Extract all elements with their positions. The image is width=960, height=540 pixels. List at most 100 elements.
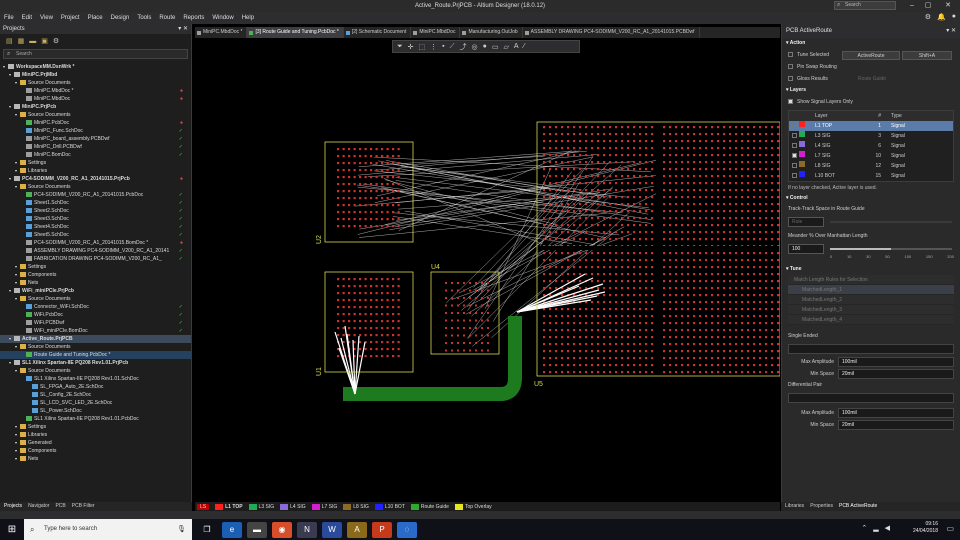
tree-item[interactable]: Connector_WiFi.SchDoc ✓ [0,303,191,311]
tree-item[interactable]: Sheet4.SchDoc ✓ [0,223,191,231]
section-tune[interactable]: ▾ Tune [782,264,960,275]
tree-item[interactable]: SL_FPGA_Auto_2E.SchDoc [0,383,191,391]
menu-window[interactable]: Window [212,15,233,21]
move-icon[interactable]: ✛ [408,43,414,51]
layer-row[interactable]: L10 BOT 15 Signal [789,171,953,181]
component-icon[interactable]: ▪ [442,43,444,50]
projects-search-input[interactable]: ⌕ Search [3,49,188,59]
tab-properties[interactable]: Properties [810,502,833,511]
tree-item[interactable]: WiFi_miniPCIe.BomDoc ✓ [0,327,191,335]
maximize-button[interactable]: ▢ [920,0,936,12]
minimize-button[interactable]: – [904,0,920,12]
menu-view[interactable]: View [40,15,53,21]
line-icon[interactable]: ⁄ [524,43,525,50]
menu-route[interactable]: Route [159,15,175,21]
gear-icon[interactable]: ⚙ [53,37,59,45]
pin-swap-checkbox[interactable] [788,64,793,70]
layer-tab[interactable]: L7 SIG [311,503,337,510]
tree-item[interactable]: PC4-SODIMM_V200_RC_A1_20141015.BomDoc * ● [0,239,191,247]
clock[interactable]: 09:16 24/04/2018 [913,521,938,535]
layer-tab[interactable]: L8 SIG [343,503,369,510]
layer-row[interactable]: L7 SIG 10 Signal [789,151,953,161]
route-guide-button[interactable]: Route Guide [858,73,886,85]
filter-icon[interactable]: ⏷ [397,43,403,51]
tree-item[interactable]: Sheet1.SchDoc ✓ [0,199,191,207]
tune-item[interactable]: MatchedLength_4 [788,315,954,325]
menu-help[interactable]: Help [242,15,254,21]
tree-item[interactable]: ▾ Source Documents [0,79,191,87]
track-space-value[interactable]: Rule [788,217,824,227]
polygon-icon[interactable]: ▱ [503,43,508,51]
taskbar-search-input[interactable]: ⌕ Type here to search 🎙 [24,519,192,540]
document-tab[interactable]: Manufacturing.OutJob [460,27,523,38]
new-file-icon[interactable]: ▤ [6,37,13,45]
notifications-icon[interactable]: ▭ [946,524,954,533]
menu-project[interactable]: Project [61,15,80,21]
se-min-space-input[interactable]: 20mil [838,369,954,379]
tree-item[interactable]: ▾ Active_Route.PrjPCB [0,335,191,343]
tree-item[interactable]: ▾ Settings [0,423,191,431]
se-max-amplitude-input[interactable]: 100mil [838,357,954,367]
tree-item[interactable]: ▾ Source Documents [0,343,191,351]
tree-item[interactable]: Route Guide and Tuning.PcbDoc * [0,351,191,359]
tree-item[interactable]: ▾ Libraries [0,167,191,175]
col-type[interactable]: Type [885,111,953,121]
meander-value[interactable]: 100 [788,244,824,254]
document-tab[interactable]: MiniPC.MbdDoc [411,27,461,38]
open-folder-icon[interactable]: ▦ [18,37,25,45]
layer-tab[interactable]: LS [197,503,210,510]
tree-item[interactable]: ▾ Components [0,271,191,279]
select-icon[interactable]: ⬚ [418,43,425,51]
layer-row[interactable]: L1 TOP 1 Signal [789,121,953,131]
tree-item[interactable]: WiFi.PCBDwf ✓ [0,319,191,327]
menu-edit[interactable]: Edit [22,15,32,21]
save-icon[interactable]: ▣ [41,37,48,45]
layer-tab[interactable]: Top Overlay [454,503,492,510]
microphone-icon[interactable]: 🎙 [177,519,186,540]
volume-icon[interactable]: ◀ [885,524,890,532]
pcb-board-view[interactable]: U2 U1 U4 U5 [195,38,781,502]
tree-item[interactable]: ▾ Nets [0,455,191,463]
interactive-route-icon[interactable]: ⤴ [460,42,467,52]
tab-libraries[interactable]: Libraries [785,502,804,511]
col-layer[interactable]: Layer [811,111,857,121]
show-signal-checkbox[interactable] [788,99,793,105]
tune-item[interactable]: MatchedLength_1 [788,285,954,295]
folder-icon[interactable]: ▬ [247,521,267,538]
menu-design[interactable]: Design [111,15,130,21]
layer-row[interactable]: L8 SIG 12 Signal [789,161,953,171]
tune-item[interactable]: MatchedLength_3 [788,305,954,315]
tab-navigator[interactable]: Navigator [28,502,49,511]
document-tab[interactable]: [2] Schematic Document [344,27,412,38]
tree-item[interactable]: SL_Config_2E.SchDoc [0,391,191,399]
align-icon[interactable]: ⋮ [430,43,437,51]
menu-reports[interactable]: Reports [183,15,204,21]
tree-item[interactable]: ▾ Components [0,447,191,455]
browser-icon[interactable]: ◌ [397,521,417,538]
tree-item[interactable]: MiniPC.PcbDoc ● [0,119,191,127]
tree-item[interactable]: MiniPC.MbdDoc ● [0,95,191,103]
layer-row[interactable]: L3 SIG 3 Signal [789,131,953,141]
chrome-icon[interactable]: ◉ [272,521,292,538]
tree-item[interactable]: ▾ WiFi_miniPCIe.PrjPcb [0,287,191,295]
tab-pcb-activeroute[interactable]: PCB ActiveRoute [839,502,877,511]
layer-checkbox[interactable] [791,163,797,169]
tree-item[interactable]: SL_LCD_SVC_LED_2E.SchDoc [0,399,191,407]
tree-item[interactable]: FABRICATION DRAWING PC4-SODIMM_V200_RC_A… [0,255,191,263]
panel-menu-icon[interactable]: ▾ ✕ [946,24,956,38]
tree-item[interactable]: SL_Power.SchDoc [0,407,191,415]
document-tab[interactable]: [3] Route Guide and Tuning.PcbDoc * [247,27,344,38]
gear-icon[interactable]: ⚙ [925,13,931,21]
task-view-icon[interactable]: ❐ [197,522,217,538]
tree-item[interactable]: Sheet2.SchDoc ✓ [0,207,191,215]
folder-icon[interactable]: ▬ [29,38,36,45]
tree-item[interactable]: MiniPC_Drill.PCBDwf ✓ [0,143,191,151]
tree-item[interactable]: MiniPC.MbdDoc * ● [0,87,191,95]
bell-icon[interactable]: 🔔 [937,13,946,21]
tree-item[interactable]: Sheet3.SchDoc ✓ [0,215,191,223]
section-layers[interactable]: ▾ Layers [782,85,960,96]
windows-start-icon[interactable]: ⊞ [0,524,24,535]
layer-row[interactable]: L4 SIG 6 Signal [789,141,953,151]
tree-item[interactable]: ▾ Nets [0,279,191,287]
dp-min-space-input[interactable]: 20mil [838,420,954,430]
